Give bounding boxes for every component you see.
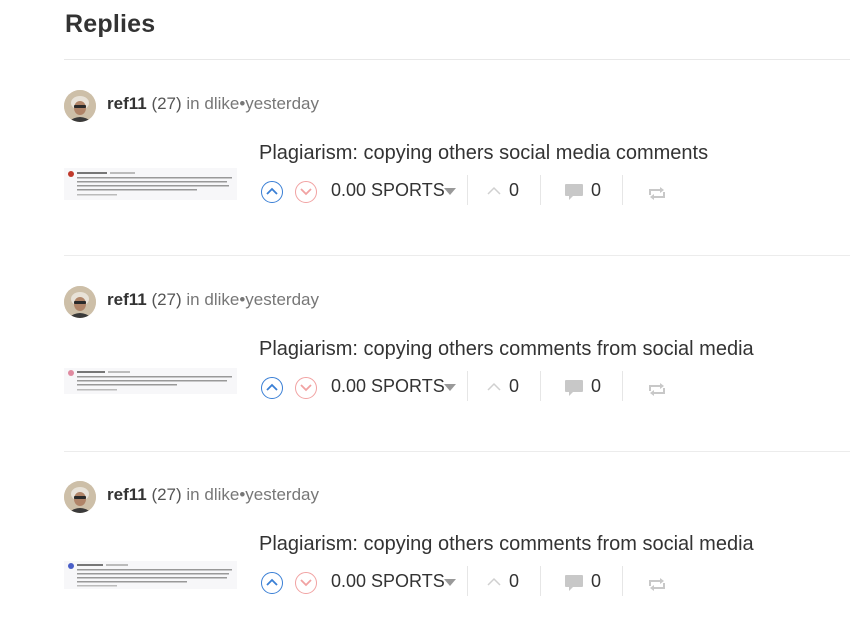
reply-meta: ref11 (27) in dlike•yesterday: [107, 290, 319, 310]
chevron-up-icon: [266, 383, 278, 391]
footer-divider: [622, 175, 623, 205]
upvote-button[interactable]: [261, 181, 283, 203]
downvote-button[interactable]: [295, 181, 317, 203]
footer-divider: [467, 566, 468, 596]
chevron-down-icon: [300, 384, 312, 392]
upvote-button[interactable]: [261, 572, 283, 594]
payout-dropdown-icon[interactable]: [444, 384, 456, 391]
comment-bubble-icon: [565, 380, 583, 396]
post-footer: 0.00 SPORTS 0 0: [261, 371, 665, 405]
in-label: in: [186, 290, 200, 309]
community-link[interactable]: dlike: [204, 94, 239, 113]
footer-divider: [467, 371, 468, 401]
community-link[interactable]: dlike: [204, 485, 239, 504]
likes-count: 0: [509, 180, 520, 200]
reply-item: ref11 (27) in dlike•yesterday Plagiarism…: [64, 60, 850, 256]
reply-item: ref11 (27) in dlike•yesterday Plagiarism…: [64, 256, 850, 452]
post-title[interactable]: Plagiarism: copying others social media …: [259, 142, 708, 165]
chevron-up-icon: [266, 187, 278, 195]
reply-meta: ref11 (27) in dlike•yesterday: [107, 94, 319, 114]
comment-bubble-icon: [565, 184, 583, 200]
comment-bubble-icon: [565, 575, 583, 591]
community-link[interactable]: dlike: [204, 290, 239, 309]
author-reputation: (27): [151, 290, 182, 309]
reblog-icon: [649, 187, 665, 200]
page-title: Replies: [65, 10, 156, 38]
author-reputation: (27): [151, 485, 182, 504]
post-time[interactable]: yesterday: [245, 94, 319, 113]
reblog-icon: [649, 578, 665, 591]
post-footer: 0.00 SPORTS 0 0: [261, 566, 665, 600]
reply-meta: ref11 (27) in dlike•yesterday: [107, 485, 319, 505]
post-title[interactable]: Plagiarism: copying others comments from…: [259, 338, 754, 361]
in-label: in: [186, 485, 200, 504]
likes-count: 0: [509, 571, 520, 591]
likes-count: 0: [509, 376, 520, 396]
payout-dropdown-icon[interactable]: [444, 188, 456, 195]
post-time[interactable]: yesterday: [245, 290, 319, 309]
in-label: in: [186, 94, 200, 113]
footer-divider: [622, 566, 623, 596]
upvote-button[interactable]: [261, 377, 283, 399]
reply-item: ref11 (27) in dlike•yesterday Plagiarism…: [64, 451, 850, 639]
footer-divider: [467, 175, 468, 205]
chevron-up-icon: [266, 578, 278, 586]
comments-count[interactable]: 0: [591, 180, 601, 201]
avatar[interactable]: [64, 286, 96, 318]
payout-value[interactable]: 0.00 SPORTS: [331, 180, 445, 201]
post-thumbnail[interactable]: [64, 561, 237, 589]
post-time[interactable]: yesterday: [245, 485, 319, 504]
footer-divider: [540, 371, 541, 401]
chevron-down-icon: [300, 579, 312, 587]
author-reputation: (27): [151, 94, 182, 113]
downvote-button[interactable]: [295, 377, 317, 399]
footer-divider: [540, 175, 541, 205]
downvote-button[interactable]: [295, 572, 317, 594]
post-title[interactable]: Plagiarism: copying others comments from…: [259, 533, 754, 556]
avatar[interactable]: [64, 481, 96, 513]
caret-up-icon: [487, 186, 501, 195]
author-link[interactable]: ref11: [107, 94, 147, 113]
post-thumbnail[interactable]: [64, 168, 237, 200]
post-footer: 0.00 SPORTS 0 0: [261, 175, 665, 209]
caret-up-icon: [487, 577, 501, 586]
footer-divider: [540, 566, 541, 596]
comments-count[interactable]: 0: [591, 376, 601, 397]
comments-count[interactable]: 0: [591, 571, 601, 592]
avatar[interactable]: [64, 90, 96, 122]
post-thumbnail[interactable]: [64, 368, 237, 394]
reblog-icon: [649, 383, 665, 396]
caret-up-icon: [487, 382, 501, 391]
payout-value[interactable]: 0.00 SPORTS: [331, 376, 445, 397]
payout-value[interactable]: 0.00 SPORTS: [331, 571, 445, 592]
payout-dropdown-icon[interactable]: [444, 579, 456, 586]
footer-divider: [622, 371, 623, 401]
author-link[interactable]: ref11: [107, 290, 147, 309]
chevron-down-icon: [300, 188, 312, 196]
author-link[interactable]: ref11: [107, 485, 147, 504]
